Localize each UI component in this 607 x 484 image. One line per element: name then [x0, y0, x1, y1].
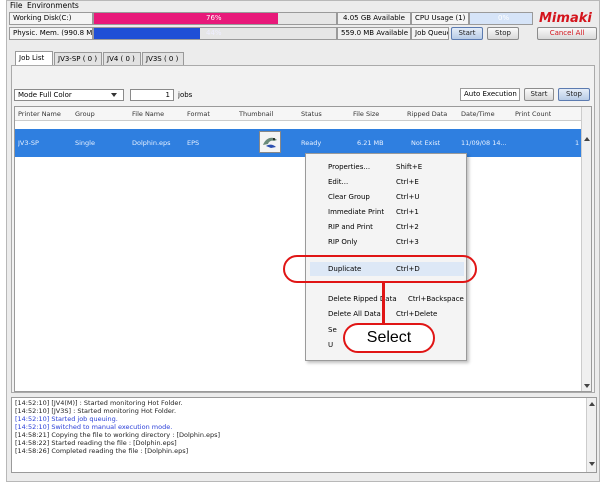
log-lines: [14:52:10] [JV4(M)] : Started monitoring…	[15, 399, 581, 471]
jobs-count: 1	[165, 91, 170, 99]
physical-memory-available: 559.0 MB Available	[337, 27, 411, 40]
column-header-thumbnail[interactable]: Thumbnail	[239, 110, 273, 118]
svg-text:Mimaki: Mimaki	[539, 11, 592, 26]
working-disk-bar: 76%	[93, 12, 337, 25]
log-line: [14:52:10] Started job queuing.	[15, 415, 118, 423]
select-callout: Select	[343, 323, 435, 353]
application-window: File Environments Working Disk(C:) 76% 4…	[6, 0, 600, 482]
menu-item-delete-ripped-data[interactable]: Delete Ripped Data	[328, 295, 397, 303]
menu-item-rip-and-print-shortcut: Ctrl+2	[396, 223, 419, 231]
cpu-usage-percent: 0%	[498, 14, 510, 22]
column-header-group[interactable]: Group	[75, 110, 95, 118]
menu-item-immediate-print[interactable]: Immediate Print	[328, 208, 384, 216]
cell-group: Single	[75, 139, 95, 147]
log-scroll-up-icon[interactable]	[589, 402, 595, 406]
scroll-down-icon[interactable]	[584, 384, 590, 388]
table-header: Printer Name Group File Name Format Thum…	[15, 107, 581, 121]
menu-item-clear-group-shortcut: Ctrl+U	[396, 193, 420, 201]
tab-jv3s[interactable]: JV3S ( 0 )	[142, 52, 184, 65]
menu-item-rip-only[interactable]: RIP Only	[328, 238, 357, 246]
cell-ripped-data: Not Exist	[411, 139, 441, 147]
jobs-count-field: 1	[130, 89, 174, 101]
auto-execution-start-button[interactable]: Start	[524, 88, 554, 101]
thumbnail-image	[259, 131, 281, 153]
job-queue-start-button[interactable]: Start	[451, 27, 483, 40]
column-header-printer-name[interactable]: Printer Name	[18, 110, 61, 118]
column-header-date-time[interactable]: Date/Time	[461, 110, 495, 118]
cell-date-time: 11/09/08 14...	[461, 139, 507, 147]
scroll-up-icon[interactable]	[584, 137, 590, 141]
callout-pointer-line	[382, 283, 385, 325]
menu-item-delete-all-data[interactable]: Delete All Data	[328, 310, 381, 318]
cpu-usage-bar: 0%	[469, 12, 533, 25]
cell-file-size: 6.21 MB	[357, 139, 384, 147]
column-header-format[interactable]: Format	[187, 110, 210, 118]
mimaki-logo: Mimaki	[537, 8, 599, 26]
tab-jv4[interactable]: JV4 ( 0 )	[103, 52, 141, 65]
select-callout-label: Select	[366, 329, 412, 346]
menu-item-rip-only-shortcut: Ctrl+3	[396, 238, 419, 246]
menu-item-immediate-print-shortcut: Ctrl+1	[396, 208, 419, 216]
cell-file-name: Dolphin.eps	[132, 139, 171, 147]
menu-item-properties[interactable]: Properties...	[328, 163, 370, 171]
working-disk-fill	[94, 13, 278, 24]
menu-item-edit[interactable]: Edit...	[328, 178, 348, 186]
jobs-label: jobs	[178, 91, 193, 99]
physical-memory-fill	[94, 28, 201, 39]
column-header-ripped-data[interactable]: Ripped Data	[407, 110, 447, 118]
log-line: [14:58:22] Started reading the file : [D…	[15, 439, 177, 447]
column-header-file-name[interactable]: File Name	[132, 110, 164, 118]
log-line: [14:58:21] Copying the file to working d…	[15, 431, 221, 439]
log-panel: [14:52:10] [JV4(M)] : Started monitoring…	[11, 397, 597, 473]
menu-bar: File Environments	[7, 1, 599, 11]
log-line: [14:52:10] [JV4(M)] : Started monitoring…	[15, 399, 183, 407]
column-header-status[interactable]: Status	[301, 110, 322, 118]
dolphin-icon	[263, 137, 277, 148]
working-disk-available: 4.05 GB Available	[337, 12, 411, 25]
menu-item-delete-ripped-data-shortcut: Ctrl+Backspace	[408, 295, 464, 303]
job-list-panel: Mode Full Color 1 jobs Auto Execution St…	[11, 65, 595, 393]
mode-select-value: Mode Full Color	[18, 91, 72, 99]
cpu-usage-label: CPU Usage (1)	[411, 12, 469, 25]
duplicate-highlight-outline	[283, 255, 477, 283]
menu-item-clear-group[interactable]: Clear Group	[328, 193, 370, 201]
table-scrollbar[interactable]	[581, 107, 591, 391]
log-scroll-down-icon[interactable]	[589, 462, 595, 466]
menu-item-partial-u[interactable]: U	[328, 341, 333, 349]
auto-execution-label: Auto Execution	[460, 88, 520, 101]
job-queue-label: Job Queue	[411, 27, 449, 40]
physical-memory-percent: 44%	[206, 29, 222, 37]
cell-printer-name: JV3-SP	[18, 139, 39, 147]
menu-item-partial-se[interactable]: Se	[328, 326, 337, 334]
chevron-down-icon	[111, 93, 117, 97]
working-disk-percent: 76%	[206, 14, 222, 22]
job-queue-stop-button[interactable]: Stop	[487, 27, 519, 40]
working-disk-label: Working Disk(C:)	[9, 12, 93, 25]
tab-jv3-sp[interactable]: JV3-SP ( 0 )	[54, 52, 102, 65]
menu-item-edit-shortcut: Ctrl+E	[396, 178, 419, 186]
log-scrollbar[interactable]	[586, 398, 596, 472]
cancel-all-button[interactable]: Cancel All	[537, 27, 597, 40]
auto-execution-stop-button[interactable]: Stop	[558, 88, 590, 101]
table-row[interactable]: JV3-SP Single Dolphin.eps EPS Ready 6.21…	[15, 129, 581, 157]
column-header-print-count[interactable]: Print Count	[515, 110, 551, 118]
menu-environments[interactable]: Environments	[27, 1, 79, 10]
menu-item-properties-shortcut: Shift+E	[396, 163, 423, 171]
physical-memory-bar: 44%	[93, 27, 337, 40]
physical-memory-label: Physic. Mem. (990.8 MB)	[9, 27, 93, 40]
job-table: Printer Name Group File Name Format Thum…	[14, 106, 592, 392]
mode-select[interactable]: Mode Full Color	[14, 89, 124, 101]
column-header-file-size[interactable]: File Size	[353, 110, 379, 118]
tab-bar: Job List JV3-SP ( 0 ) JV4 ( 0 ) JV3S ( 0…	[13, 51, 593, 65]
cell-format: EPS	[187, 139, 200, 147]
cell-print-count: 1	[575, 139, 580, 147]
menu-item-rip-and-print[interactable]: RIP and Print	[328, 223, 373, 231]
menu-item-delete-all-data-shortcut: Ctrl+Delete	[396, 310, 438, 318]
cell-status: Ready	[301, 139, 322, 147]
log-line: [14:58:26] Completed reading the file : …	[15, 447, 189, 455]
log-line: [14:52:10] Switched to manual execution …	[15, 423, 173, 431]
log-line: [14:52:10] [JV3S] : Started monitoring H…	[15, 407, 177, 415]
tab-job-list[interactable]: Job List	[15, 51, 53, 65]
menu-file[interactable]: File	[10, 1, 23, 10]
